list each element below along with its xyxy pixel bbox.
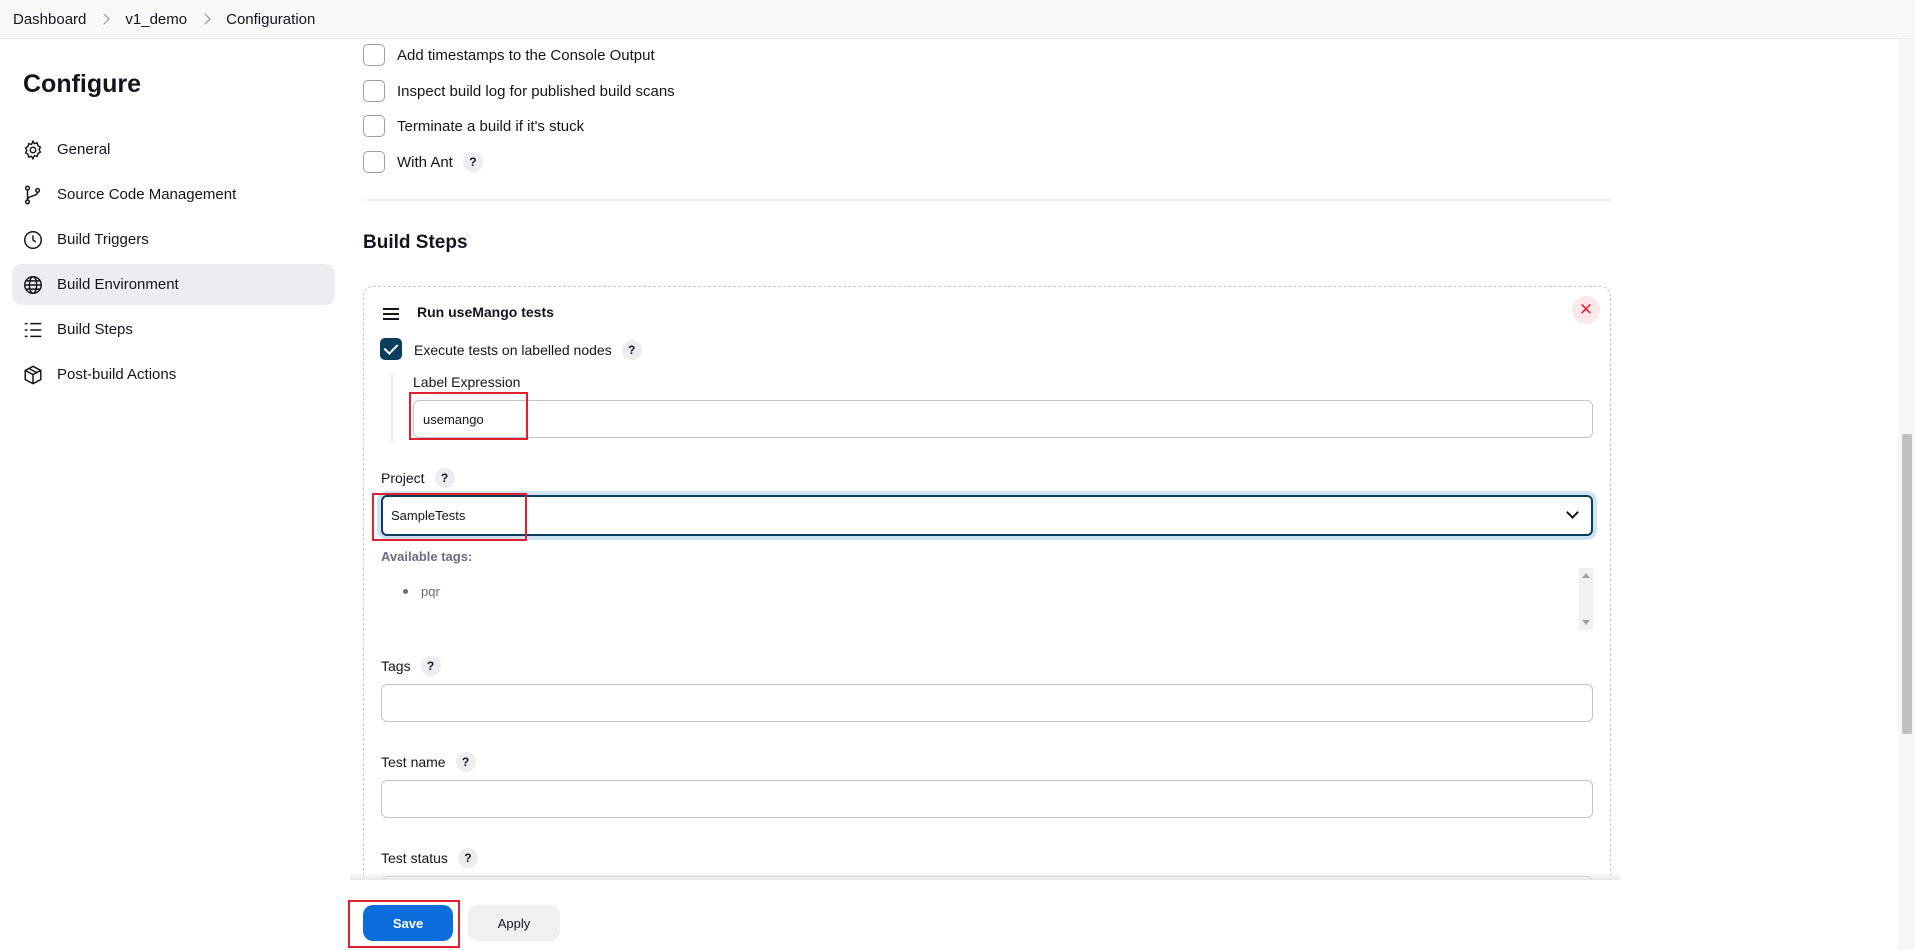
project-select-value: SampleTests [391,508,466,523]
option-terminate-stuck: Terminate a build if it's stuck [363,114,584,138]
apply-button[interactable]: Apply [468,905,560,941]
nested-indent-line [391,373,393,443]
inspect-build-log-checkbox[interactable] [363,80,385,102]
help-icon[interactable]: ? [462,152,483,172]
tags-scrollbar[interactable] [1579,568,1593,630]
sidebar-item-label: Source Code Management [57,186,237,203]
option-with-ant: With Ant ? [363,150,483,174]
test-name-label-row: Test name ? [381,752,476,772]
save-button[interactable]: Save [363,905,453,941]
test-status-label: Test status [381,850,448,866]
globe-icon [24,276,42,294]
sidebar-item-label: General [57,141,111,158]
help-icon[interactable]: ? [420,656,441,676]
chevron-right-icon [199,13,211,25]
bottom-bar-shadow [350,872,1620,880]
sidebar-nav: General Source Code Management Build Tri… [12,129,335,399]
breadcrumb-configuration[interactable]: Configuration [226,11,315,28]
option-label: With Ant [397,153,453,171]
execute-on-nodes-checkbox[interactable] [380,338,402,360]
help-icon[interactable]: ? [457,848,478,868]
help-icon[interactable]: ? [621,340,642,360]
tags-input[interactable] [381,684,1593,722]
sidebar-item-build-environment[interactable]: Build Environment [12,264,335,305]
project-label: Project [381,470,425,486]
timestamps-checkbox[interactable] [363,44,385,66]
test-name-input[interactable] [381,780,1593,818]
sidebar-item-label: Post-build Actions [57,366,177,383]
chevron-right-icon [98,13,111,25]
breadcrumb-job[interactable]: v1_demo [125,11,187,28]
build-step-card: Run useMango tests ✕ Execute tests on la… [363,286,1611,926]
execute-on-nodes-label: Execute tests on labelled nodes [414,342,612,358]
page-title: Configure [23,70,142,98]
sidebar-item-label: Build Triggers [57,231,149,248]
drag-handle-icon[interactable] [383,308,399,320]
test-name-label: Test name [381,754,446,770]
close-icon[interactable]: ✕ [1572,296,1600,324]
scroll-up-icon[interactable] [1582,573,1590,578]
gear-icon [24,139,42,161]
option-timestamps: Add timestamps to the Console Output [363,43,655,67]
list-icon [24,322,42,338]
option-label: Add timestamps to the Console Output [397,46,655,64]
chevron-down-icon [1566,506,1579,519]
page-scrollbar-thumb[interactable] [1902,434,1912,734]
sidebar-item-build-triggers[interactable]: Build Triggers [12,219,335,260]
package-icon [24,365,42,385]
option-label: Terminate a build if it's stuck [397,117,585,135]
tags-label: Tags [381,658,411,674]
option-inspect-build-log: Inspect build log for published build sc… [363,79,675,103]
section-title-build-steps: Build Steps [363,232,468,253]
sidebar-item-post-build-actions[interactable]: Post-build Actions [12,354,335,395]
clock-icon [24,231,42,249]
sidebar-item-general[interactable]: General [12,129,335,170]
label-expression-input[interactable]: usemango [413,400,1593,438]
sidebar-item-source-code-management[interactable]: Source Code Management [12,174,335,215]
with-ant-checkbox[interactable] [363,151,385,173]
project-select[interactable]: SampleTests [381,495,1593,536]
option-label: Inspect build log for published build sc… [397,82,675,100]
tags-label-row: Tags ? [381,656,441,676]
help-icon[interactable]: ? [434,468,455,488]
sidebar-item-label: Build Environment [57,276,179,293]
available-tags-title: Available tags: [381,549,473,564]
execute-on-nodes-label-row: Execute tests on labelled nodes ? [414,340,642,360]
terminate-stuck-checkbox[interactable] [363,115,385,137]
label-expression-label: Label Expression [413,374,521,390]
breadcrumb-dashboard[interactable]: Dashboard [13,11,86,28]
help-icon[interactable]: ? [455,752,476,772]
branch-icon [24,185,41,205]
scroll-down-icon[interactable] [1582,620,1590,625]
available-tag-item: pqr [403,584,440,599]
test-status-label-row: Test status ? [381,848,478,868]
page-scrollbar[interactable] [1898,39,1915,950]
section-divider [363,199,1611,201]
available-tags-list: pqr [381,568,1593,630]
sidebar-item-label: Build Steps [57,321,133,338]
breadcrumb: Dashboard v1_demo Configuration [0,0,1915,39]
sidebar-item-build-steps[interactable]: Build Steps [12,309,335,350]
build-step-title: Run useMango tests [417,304,554,320]
project-label-row: Project ? [381,468,455,488]
